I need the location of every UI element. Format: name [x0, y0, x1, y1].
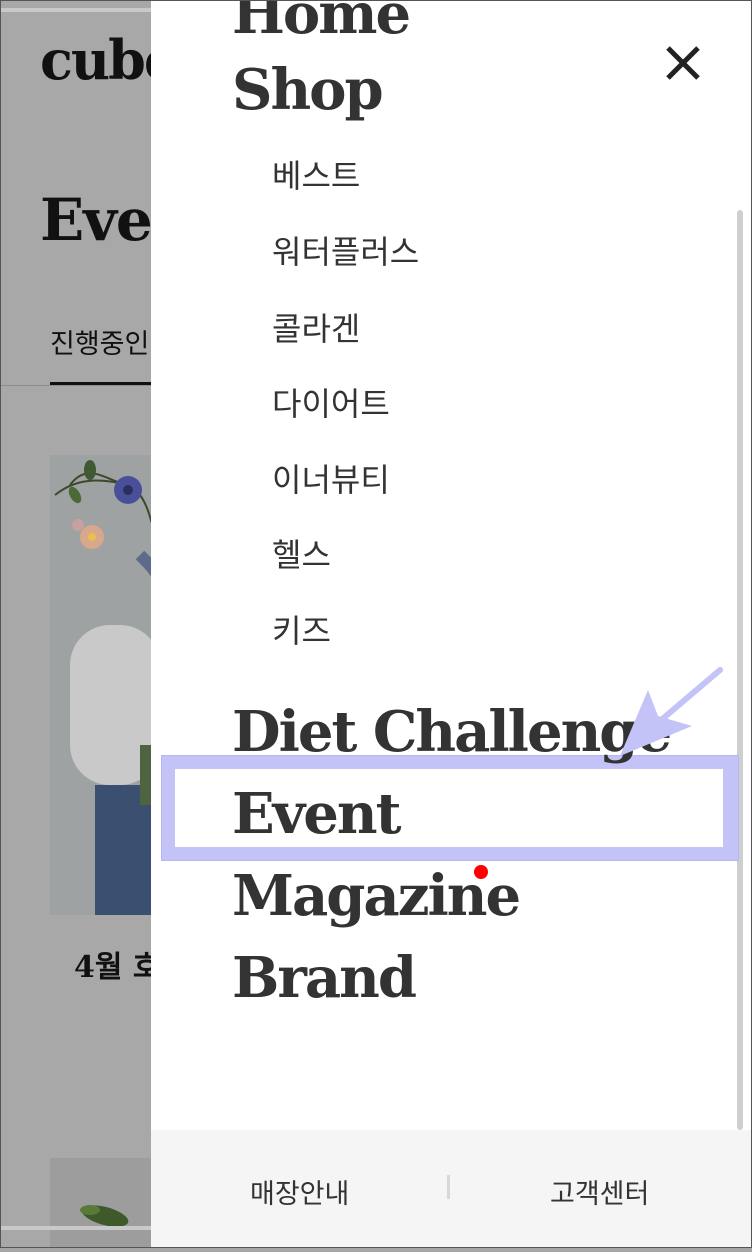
- side-drawer: [151, 0, 752, 1248]
- submenu-item-diet[interactable]: 다이어트: [272, 388, 390, 420]
- event-card-image-2[interactable]: [50, 1158, 160, 1248]
- submenu-item-innerbeauty[interactable]: 이너뷰티: [272, 464, 390, 496]
- tab-ongoing[interactable]: 진행중인: [50, 322, 149, 361]
- submenu-item-kids[interactable]: 키즈: [272, 615, 331, 647]
- flower-illustration: [54, 460, 166, 915]
- leaf-illustration: [80, 1205, 129, 1227]
- pointer-arrow-icon: [600, 660, 730, 770]
- notification-dot: [474, 865, 488, 879]
- store-info-link[interactable]: 매장안내: [250, 1172, 349, 1211]
- close-icon: [666, 46, 700, 80]
- submenu-item-waterplus[interactable]: 워터플러스: [272, 236, 419, 268]
- submenu-item-collagen[interactable]: 콜라겐: [272, 313, 360, 345]
- event-card-caption[interactable]: 4월 호: [74, 942, 161, 986]
- submenu-item-best[interactable]: 베스트: [272, 160, 360, 192]
- footer-separator: [447, 1175, 450, 1199]
- event-card-image[interactable]: [50, 455, 166, 915]
- menu-item-brand[interactable]: Brand: [232, 950, 417, 1006]
- menu-item-event[interactable]: Event: [232, 786, 401, 842]
- menu-item-shop[interactable]: Shop: [232, 62, 384, 118]
- submenu-item-health[interactable]: 헬스: [272, 539, 331, 571]
- drawer-scrollbar[interactable]: [737, 210, 743, 1130]
- customer-center-link[interactable]: 고객센터: [550, 1172, 649, 1211]
- menu-item-home[interactable]: Home: [232, 0, 411, 42]
- drawer-footer: [151, 1130, 752, 1248]
- close-button[interactable]: [660, 40, 706, 86]
